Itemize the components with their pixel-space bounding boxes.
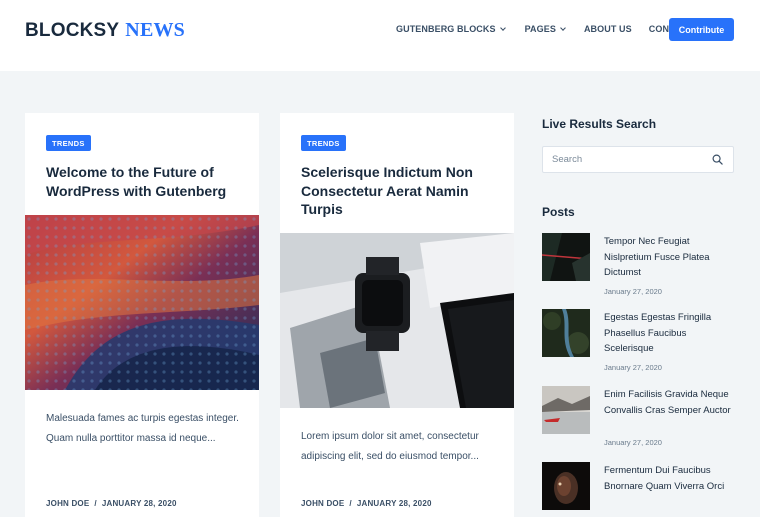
- search-input[interactable]: [543, 147, 708, 172]
- sidebar-post-thumbnail[interactable]: [542, 233, 590, 281]
- sidebar-post-item: Fermentum Dui Faucibus Bnornare Quam Viv…: [542, 462, 734, 517]
- sidebar-post-title[interactable]: Tempor Nec Feugiat Nislpretium Fusce Pla…: [604, 234, 734, 281]
- post-featured-image[interactable]: [280, 233, 514, 408]
- main-nav: GUTENBERG BLOCKS PAGES ABOUT US CONTACT: [396, 24, 693, 34]
- sidebar-post-date: January 27, 2020: [604, 438, 662, 447]
- posts-widget-heading: Posts: [542, 205, 575, 219]
- logo-text-primary: BLOCKSY: [25, 20, 120, 41]
- search-icon[interactable]: [712, 154, 723, 165]
- post-featured-image[interactable]: [25, 215, 259, 390]
- contribute-button[interactable]: Contribute: [669, 18, 734, 41]
- nav-item-gutenberg-blocks[interactable]: GUTENBERG BLOCKS: [396, 24, 506, 34]
- site-logo[interactable]: BLOCKSY NEWS: [25, 19, 185, 42]
- sidebar-post-date: January 27, 2020: [604, 287, 662, 296]
- sidebar-post-title[interactable]: Enim Facilisis Gravida Neque Convallis C…: [604, 387, 734, 418]
- category-badge[interactable]: TRENDS: [46, 135, 91, 151]
- post-meta: JOHN DOE / JANUARY 28, 2020: [46, 499, 177, 508]
- chevron-down-icon: [560, 24, 566, 31]
- category-badge[interactable]: TRENDS: [301, 135, 346, 151]
- post-excerpt: Lorem ipsum dolor sit amet, consectetur …: [301, 431, 479, 462]
- dark-red-line-image: [542, 233, 590, 281]
- sidebar-post-title[interactable]: Egestas Egestas Fringilla Phasellus Fauc…: [604, 310, 734, 357]
- sidebar-post-title[interactable]: Fermentum Dui Faucibus Bnornare Quam Viv…: [604, 463, 734, 494]
- sidebar-post-thumbnail[interactable]: [542, 309, 590, 357]
- search-widget-heading: Live Results Search: [542, 117, 657, 131]
- post-author[interactable]: JOHN DOE: [301, 499, 344, 508]
- meta-separator: /: [349, 499, 352, 508]
- post-excerpt: Malesuada fames ac turpis egestas intege…: [46, 413, 239, 444]
- nav-item-pages[interactable]: PAGES: [524, 24, 566, 34]
- lake-boat-image: [542, 386, 590, 434]
- site-header: BLOCKSY NEWS GUTENBERG BLOCKS PAGES ABOUT…: [0, 0, 760, 71]
- sidebar-post-item: Enim Facilisis Gravida Neque Convallis C…: [542, 386, 734, 447]
- post-card: TRENDS Scelerisque Indictum Non Consecte…: [280, 113, 514, 517]
- sidebar-post-item: Tempor Nec Feugiat Nislpretium Fusce Pla…: [542, 233, 734, 296]
- logo-text-accent: NEWS: [125, 19, 186, 41]
- post-title[interactable]: Scelerisque Indictum Non Consectetur Aer…: [301, 163, 501, 219]
- post-author[interactable]: JOHN DOE: [46, 499, 89, 508]
- chevron-down-icon: [499, 24, 506, 31]
- search-box: [542, 146, 734, 173]
- meta-separator: /: [94, 499, 97, 508]
- abstract-paint-image: [25, 215, 259, 390]
- post-date: JANUARY 28, 2020: [101, 499, 177, 508]
- sidebar-post-item: Egestas Egestas Fringilla Phasellus Fauc…: [542, 309, 734, 372]
- nav-item-label: GUTENBERG BLOCKS: [396, 24, 496, 34]
- smartwatch-phone-image: [280, 233, 514, 408]
- post-date: JANUARY 28, 2020: [356, 499, 432, 508]
- post-title[interactable]: Welcome to the Future of WordPress with …: [46, 163, 246, 200]
- forest-aerial-image: [542, 309, 590, 357]
- nav-item-about-us[interactable]: ABOUT US: [584, 24, 632, 34]
- dark-portrait-image: [542, 462, 590, 510]
- post-card: TRENDS Welcome to the Future of WordPres…: [25, 113, 259, 517]
- post-meta: JOHN DOE / JANUARY 28, 2020: [301, 499, 432, 508]
- nav-item-label: PAGES: [524, 24, 556, 34]
- sidebar-post-date: January 27, 2020: [604, 363, 662, 372]
- sidebar-post-thumbnail[interactable]: [542, 462, 590, 510]
- nav-item-label: ABOUT US: [583, 24, 632, 34]
- sidebar-post-thumbnail[interactable]: [542, 386, 590, 434]
